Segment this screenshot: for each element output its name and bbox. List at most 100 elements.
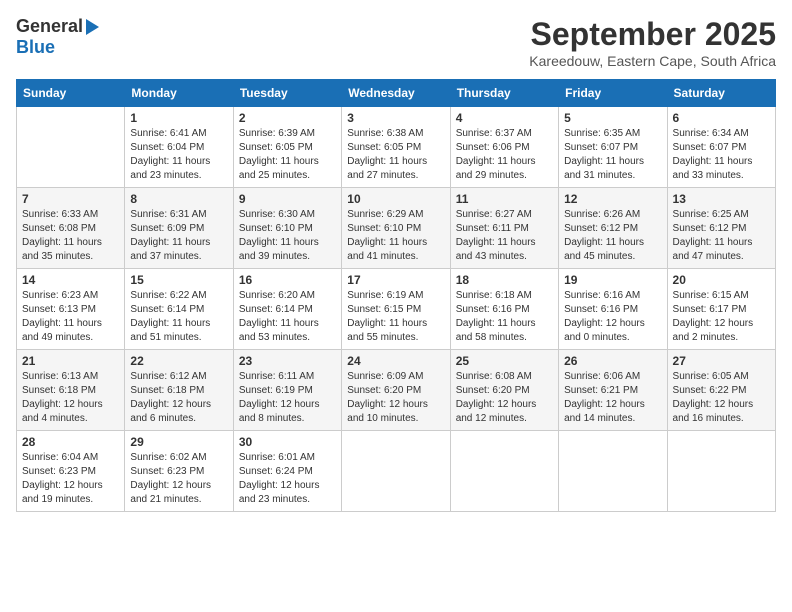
day-cell: 27 Sunrise: 6:05 AM Sunset: 6:22 PM Dayli… <box>667 350 775 431</box>
day-number: 14 <box>22 273 119 287</box>
day-cell: 16Sunrise: 6:20 AM Sunset: 6:14 PM Dayli… <box>233 269 341 350</box>
day-info: Sunrise: 6:22 AM Sunset: 6:14 PM Dayligh… <box>130 289 227 345</box>
day-info: Sunrise: 6:26 AM Sunset: 6:12 PM Dayligh… <box>564 208 661 264</box>
day-number: 21 <box>22 354 119 368</box>
day-info: Sunrise: 6:01 AM Sunset: 6:24 PM Dayligh… <box>239 451 336 507</box>
day-number: 8 <box>130 192 227 206</box>
calendar-body: 1 Sunrise: 6:41 AM Sunset: 6:04 PM Daylig… <box>17 107 776 512</box>
day-number: 9 <box>239 192 336 206</box>
calendar-table: SundayMondayTuesdayWednesdayThursdayFrid… <box>16 79 776 512</box>
day-info: Sunrise: 6:41 AM Sunset: 6:04 PM Dayligh… <box>130 127 227 183</box>
day-number: 7 <box>22 192 119 206</box>
week-row-5: 28Sunrise: 6:04 AM Sunset: 6:23 PM Dayli… <box>17 431 776 512</box>
week-row-4: 21 Sunrise: 6:13 AM Sunset: 6:18 PM Dayli… <box>17 350 776 431</box>
logo: General Blue <box>16 16 99 58</box>
day-cell: 10 Sunrise: 6:29 AM Sunset: 6:10 PM Dayli… <box>342 188 450 269</box>
day-number: 23 <box>239 354 336 368</box>
day-cell: 5 Sunrise: 6:35 AM Sunset: 6:07 PM Daylig… <box>559 107 667 188</box>
day-number: 10 <box>347 192 444 206</box>
day-cell: 17 Sunrise: 6:19 AM Sunset: 6:15 PM Dayli… <box>342 269 450 350</box>
day-cell: 7 Sunrise: 6:33 AM Sunset: 6:08 PM Daylig… <box>17 188 125 269</box>
day-number: 15 <box>130 273 227 287</box>
header-cell-sunday: Sunday <box>17 80 125 107</box>
week-row-1: 1 Sunrise: 6:41 AM Sunset: 6:04 PM Daylig… <box>17 107 776 188</box>
logo-arrow-icon <box>86 19 99 35</box>
day-info: Sunrise: 6:27 AM Sunset: 6:11 PM Dayligh… <box>456 208 553 264</box>
day-info: Sunrise: 6:09 AM Sunset: 6:20 PM Dayligh… <box>347 370 444 426</box>
header-cell-friday: Friday <box>559 80 667 107</box>
day-number: 4 <box>456 111 553 125</box>
day-cell: 19 Sunrise: 6:16 AM Sunset: 6:16 PM Dayli… <box>559 269 667 350</box>
day-cell: 12Sunrise: 6:26 AM Sunset: 6:12 PM Dayli… <box>559 188 667 269</box>
logo-general-text: General <box>16 16 83 37</box>
day-number: 1 <box>130 111 227 125</box>
day-number: 18 <box>456 273 553 287</box>
day-info: Sunrise: 6:30 AM Sunset: 6:10 PM Dayligh… <box>239 208 336 264</box>
day-cell: 24Sunrise: 6:09 AM Sunset: 6:20 PM Dayli… <box>342 350 450 431</box>
day-info: Sunrise: 6:05 AM Sunset: 6:22 PM Dayligh… <box>673 370 770 426</box>
header-cell-monday: Monday <box>125 80 233 107</box>
day-number: 17 <box>347 273 444 287</box>
day-number: 22 <box>130 354 227 368</box>
day-info: Sunrise: 6:04 AM Sunset: 6:23 PM Dayligh… <box>22 451 119 507</box>
day-info: Sunrise: 6:15 AM Sunset: 6:17 PM Dayligh… <box>673 289 770 345</box>
day-info: Sunrise: 6:08 AM Sunset: 6:20 PM Dayligh… <box>456 370 553 426</box>
day-cell: 9 Sunrise: 6:30 AM Sunset: 6:10 PM Daylig… <box>233 188 341 269</box>
month-title: September 2025 <box>529 16 776 53</box>
day-number: 3 <box>347 111 444 125</box>
day-info: Sunrise: 6:13 AM Sunset: 6:18 PM Dayligh… <box>22 370 119 426</box>
location-subtitle: Kareedouw, Eastern Cape, South Africa <box>529 53 776 69</box>
day-info: Sunrise: 6:34 AM Sunset: 6:07 PM Dayligh… <box>673 127 770 183</box>
day-cell: 6 Sunrise: 6:34 AM Sunset: 6:07 PM Daylig… <box>667 107 775 188</box>
day-info: Sunrise: 6:35 AM Sunset: 6:07 PM Dayligh… <box>564 127 661 183</box>
day-info: Sunrise: 6:39 AM Sunset: 6:05 PM Dayligh… <box>239 127 336 183</box>
day-cell <box>342 431 450 512</box>
day-info: Sunrise: 6:16 AM Sunset: 6:16 PM Dayligh… <box>564 289 661 345</box>
day-cell: 18 Sunrise: 6:18 AM Sunset: 6:16 PM Dayli… <box>450 269 558 350</box>
day-cell <box>17 107 125 188</box>
day-cell: 30Sunrise: 6:01 AM Sunset: 6:24 PM Dayli… <box>233 431 341 512</box>
day-cell: 13Sunrise: 6:25 AM Sunset: 6:12 PM Dayli… <box>667 188 775 269</box>
day-cell: 21 Sunrise: 6:13 AM Sunset: 6:18 PM Dayli… <box>17 350 125 431</box>
day-number: 25 <box>456 354 553 368</box>
day-info: Sunrise: 6:12 AM Sunset: 6:18 PM Dayligh… <box>130 370 227 426</box>
header-cell-thursday: Thursday <box>450 80 558 107</box>
day-number: 5 <box>564 111 661 125</box>
logo-blue-text: Blue <box>16 37 55 57</box>
day-info: Sunrise: 6:23 AM Sunset: 6:13 PM Dayligh… <box>22 289 119 345</box>
day-cell: 8 Sunrise: 6:31 AM Sunset: 6:09 PM Daylig… <box>125 188 233 269</box>
day-info: Sunrise: 6:31 AM Sunset: 6:09 PM Dayligh… <box>130 208 227 264</box>
header-cell-tuesday: Tuesday <box>233 80 341 107</box>
day-info: Sunrise: 6:19 AM Sunset: 6:15 PM Dayligh… <box>347 289 444 345</box>
day-info: Sunrise: 6:11 AM Sunset: 6:19 PM Dayligh… <box>239 370 336 426</box>
day-info: Sunrise: 6:20 AM Sunset: 6:14 PM Dayligh… <box>239 289 336 345</box>
day-info: Sunrise: 6:18 AM Sunset: 6:16 PM Dayligh… <box>456 289 553 345</box>
day-info: Sunrise: 6:06 AM Sunset: 6:21 PM Dayligh… <box>564 370 661 426</box>
day-number: 26 <box>564 354 661 368</box>
day-cell: 22 Sunrise: 6:12 AM Sunset: 6:18 PM Dayli… <box>125 350 233 431</box>
day-number: 6 <box>673 111 770 125</box>
week-row-2: 7 Sunrise: 6:33 AM Sunset: 6:08 PM Daylig… <box>17 188 776 269</box>
day-info: Sunrise: 6:33 AM Sunset: 6:08 PM Dayligh… <box>22 208 119 264</box>
day-number: 19 <box>564 273 661 287</box>
header-row: SundayMondayTuesdayWednesdayThursdayFrid… <box>17 80 776 107</box>
header-cell-saturday: Saturday <box>667 80 775 107</box>
day-cell: 1 Sunrise: 6:41 AM Sunset: 6:04 PM Daylig… <box>125 107 233 188</box>
day-number: 2 <box>239 111 336 125</box>
day-cell: 29 Sunrise: 6:02 AM Sunset: 6:23 PM Dayli… <box>125 431 233 512</box>
header-cell-wednesday: Wednesday <box>342 80 450 107</box>
day-cell: 23 Sunrise: 6:11 AM Sunset: 6:19 PM Dayli… <box>233 350 341 431</box>
day-cell <box>559 431 667 512</box>
day-number: 27 <box>673 354 770 368</box>
day-number: 11 <box>456 192 553 206</box>
day-info: Sunrise: 6:02 AM Sunset: 6:23 PM Dayligh… <box>130 451 227 507</box>
page-header: General Blue September 2025 Kareedouw, E… <box>16 16 776 69</box>
day-cell: 28Sunrise: 6:04 AM Sunset: 6:23 PM Dayli… <box>17 431 125 512</box>
day-cell: 3 Sunrise: 6:38 AM Sunset: 6:05 PM Daylig… <box>342 107 450 188</box>
day-cell <box>450 431 558 512</box>
day-info: Sunrise: 6:38 AM Sunset: 6:05 PM Dayligh… <box>347 127 444 183</box>
day-info: Sunrise: 6:25 AM Sunset: 6:12 PM Dayligh… <box>673 208 770 264</box>
day-number: 29 <box>130 435 227 449</box>
day-info: Sunrise: 6:37 AM Sunset: 6:06 PM Dayligh… <box>456 127 553 183</box>
day-info: Sunrise: 6:29 AM Sunset: 6:10 PM Dayligh… <box>347 208 444 264</box>
